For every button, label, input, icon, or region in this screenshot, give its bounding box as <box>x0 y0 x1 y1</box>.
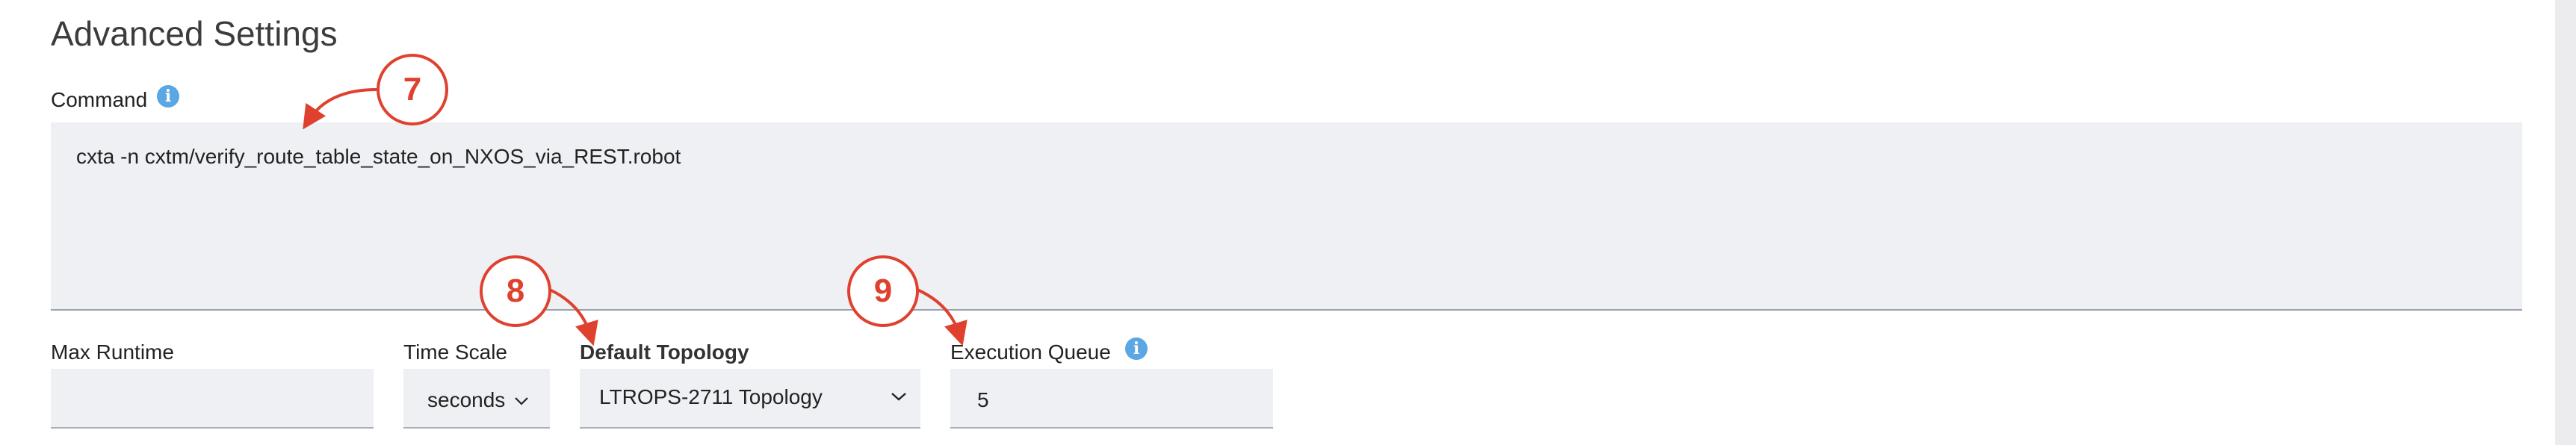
arrow-to-command <box>303 88 377 130</box>
callout-arrows <box>303 88 967 346</box>
advanced-settings-panel: Advanced Settings Command i cxta -n cxtm… <box>0 0 2576 445</box>
right-gutter <box>2555 0 2576 445</box>
arrow-to-default-topology <box>549 288 598 346</box>
arrow-to-execution-queue <box>917 288 967 346</box>
